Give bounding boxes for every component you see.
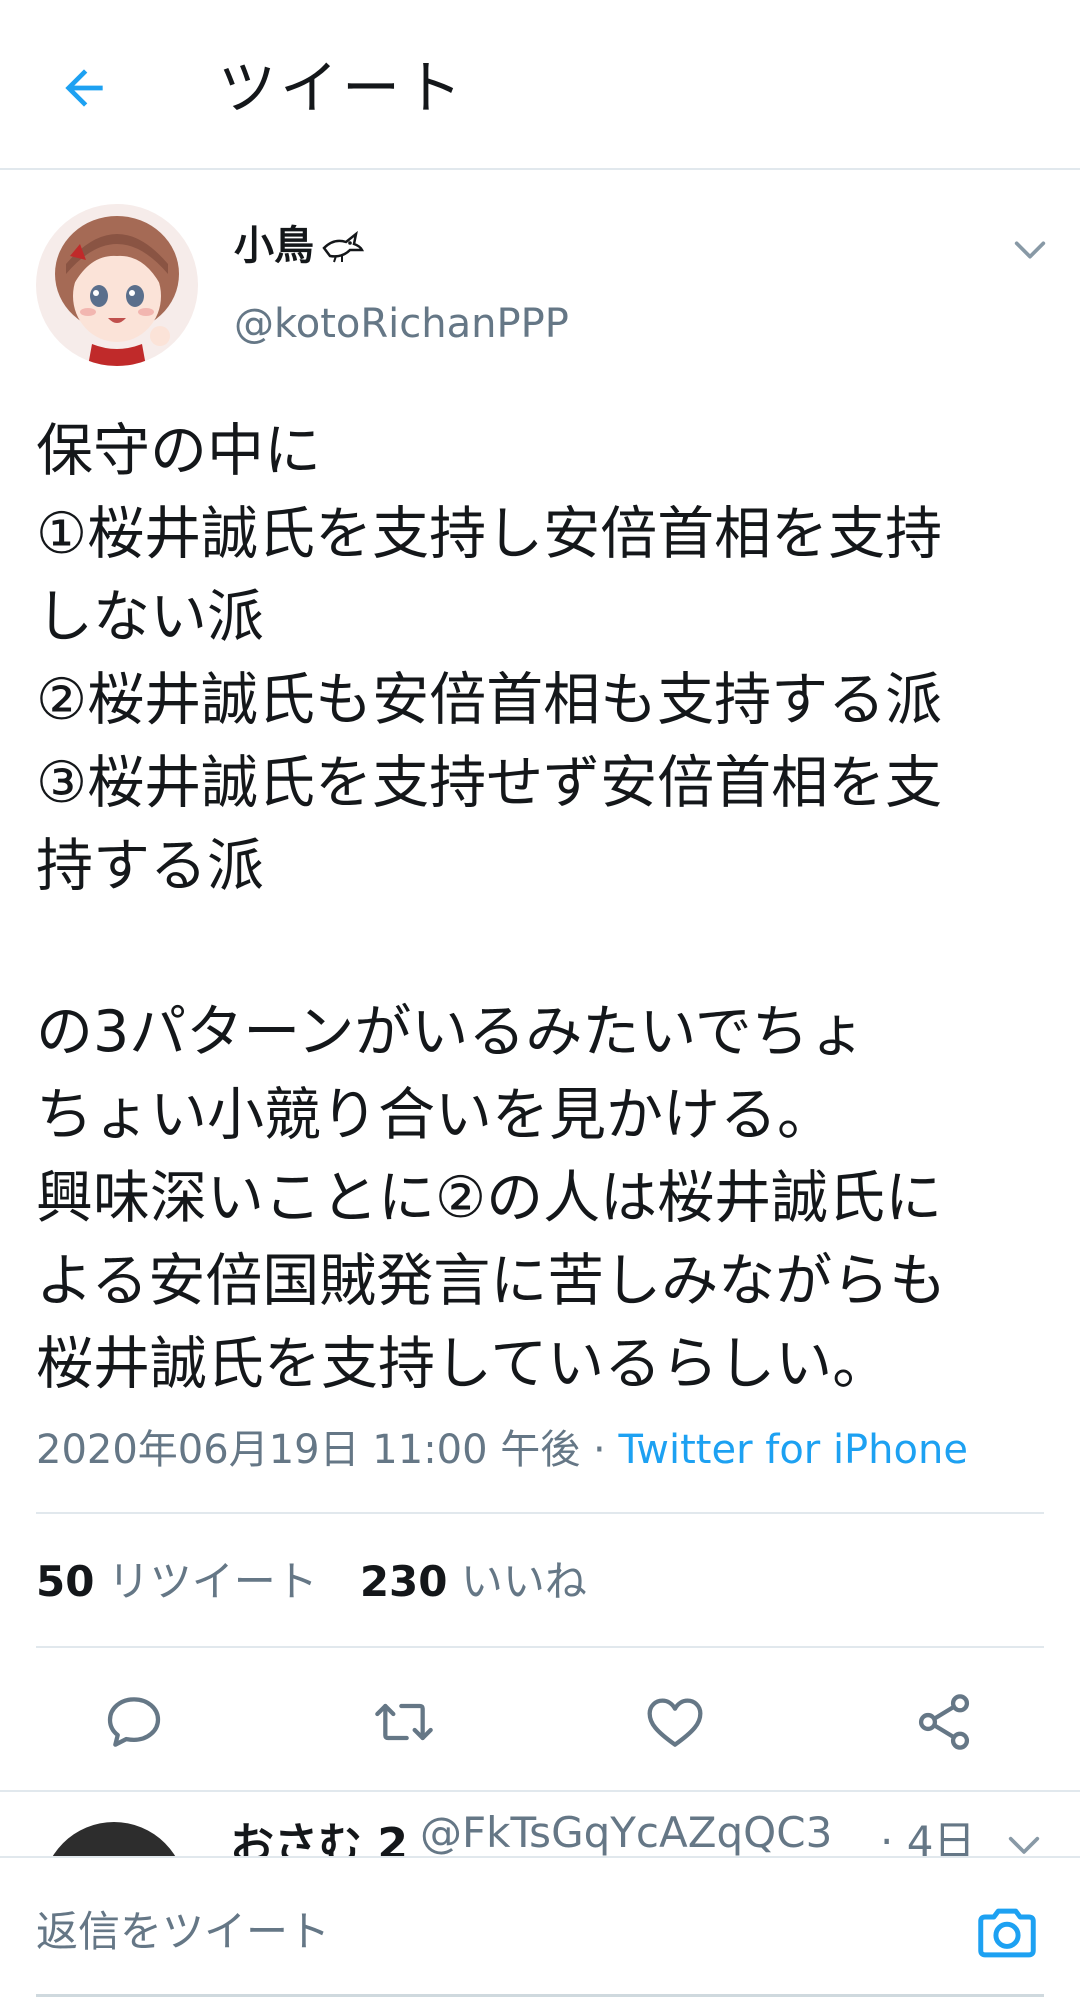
like-stat[interactable]: 230 いいね <box>360 1557 587 1606</box>
like-count: 230 <box>359 1557 448 1606</box>
display-name[interactable]: 小鳥 <box>234 220 364 272</box>
chevron-down-icon[interactable] <box>1010 230 1050 270</box>
reply-item[interactable]: おさむ 2 @FkTsGqYcAZqQC3 · 4日 <box>0 1792 1080 1856</box>
tweet-text: 保守の中に ①桜井誠氏を支持し安倍首相を支持 しない派 ②桜井誠氏も安倍首相も支… <box>36 418 947 1397</box>
page-title: ツイート <box>218 54 467 122</box>
avatar[interactable] <box>36 204 198 366</box>
reply-display-name: おさむ 2 <box>230 1819 408 1856</box>
reply-compose-bar: 返信をツイート <box>0 1856 1080 2007</box>
arrow-left-icon <box>65 69 103 107</box>
tweet-source-link[interactable]: Twitter for iPhone <box>618 1427 968 1473</box>
reply-icon[interactable] <box>102 1690 166 1754</box>
reply-avatar[interactable] <box>42 1822 186 1856</box>
reply-input[interactable]: 返信をツイート <box>36 1902 330 1962</box>
reply-time: · 4日 <box>880 1817 976 1856</box>
retweet-label: リツイート <box>94 1557 318 1606</box>
heart-icon[interactable] <box>643 1690 707 1754</box>
chevron-down-icon[interactable] <box>1004 1832 1044 1856</box>
input-underline <box>36 1994 1044 1997</box>
top-bar: ツイート <box>0 0 1080 170</box>
share-icon[interactable] <box>912 1690 976 1754</box>
bird-emoji-icon <box>322 230 364 263</box>
camera-icon[interactable] <box>972 1898 1042 1968</box>
retweet-icon[interactable] <box>372 1690 436 1754</box>
tweet-stats: 50 リツイート 230 いいね <box>36 1552 587 1612</box>
reply-handle: @FkTsGqYcAZqQC3 <box>420 1808 833 1856</box>
tweet-timestamp[interactable]: 2020年06月19日 11:00 午後 · <box>36 1427 618 1473</box>
tweet-meta: 2020年06月19日 11:00 午後 · Twitter for iPhon… <box>36 1422 968 1478</box>
like-label: いいね <box>447 1557 587 1606</box>
display-name-text: 小鳥 <box>234 223 314 269</box>
back-button[interactable] <box>48 52 120 124</box>
divider <box>36 1646 1044 1648</box>
retweet-stat[interactable]: 50 リツイート <box>36 1557 318 1606</box>
user-handle[interactable]: @kotoRichanPPP <box>234 298 569 350</box>
tweet-actions <box>0 1680 1080 1760</box>
divider <box>36 1512 1044 1514</box>
retweet-count: 50 <box>36 1557 95 1606</box>
